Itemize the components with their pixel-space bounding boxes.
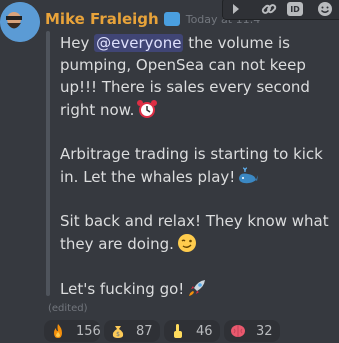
message-hover-toolbar: ID bbox=[222, 0, 339, 20]
message-content: Hey @everyone the volume is pumping, Ope… bbox=[60, 32, 339, 322]
reaction-count: 87 bbox=[136, 323, 153, 339]
text-span: Let's fucking go! bbox=[60, 280, 185, 298]
alarm-clock-icon bbox=[136, 98, 158, 120]
point-up-icon bbox=[170, 323, 186, 339]
username[interactable]: Mike Fraleigh bbox=[45, 10, 159, 28]
reaction-count: 156 bbox=[76, 323, 101, 339]
edited-label: (edited) bbox=[48, 303, 88, 314]
reaction-fire[interactable]: 156 bbox=[44, 320, 101, 342]
fire-icon bbox=[50, 323, 66, 339]
winking-face-icon bbox=[176, 232, 198, 254]
svg-text:$: $ bbox=[116, 331, 120, 338]
reactions-bar: 156 $ 87 46 32 bbox=[44, 320, 280, 342]
reaction-point-up[interactable]: 46 bbox=[164, 320, 220, 342]
text-span: Arbitrage trading is starting to kick in… bbox=[60, 145, 323, 186]
link-icon[interactable] bbox=[257, 0, 281, 19]
add-reaction-icon[interactable] bbox=[313, 0, 337, 19]
copy-id-icon[interactable]: ID bbox=[287, 2, 303, 16]
whale-icon bbox=[237, 165, 259, 187]
paragraph-1: Hey @everyone the volume is pumping, Ope… bbox=[60, 32, 339, 121]
reaction-brain[interactable]: 32 bbox=[224, 320, 280, 342]
reaction-count: 32 bbox=[256, 323, 273, 339]
paragraph-2: Arbitrage trading is starting to kick in… bbox=[60, 143, 339, 188]
reaction-count: 46 bbox=[196, 323, 213, 339]
rocket-icon bbox=[186, 277, 208, 299]
bookmark-icon[interactable] bbox=[227, 0, 251, 19]
mention-everyone[interactable]: @everyone bbox=[94, 34, 184, 52]
text-span: Hey bbox=[60, 34, 95, 52]
money-bag-icon: $ bbox=[110, 323, 126, 339]
brain-icon bbox=[230, 323, 246, 339]
whale-badge-icon bbox=[163, 12, 180, 26]
paragraph-4: Let's fucking go! bbox=[60, 277, 339, 300]
quote-bar bbox=[46, 31, 50, 296]
paragraph-3: Sit back and relax! They know what they … bbox=[60, 210, 339, 255]
avatar[interactable] bbox=[0, 2, 40, 42]
reaction-money-bag[interactable]: $ 87 bbox=[104, 320, 160, 342]
